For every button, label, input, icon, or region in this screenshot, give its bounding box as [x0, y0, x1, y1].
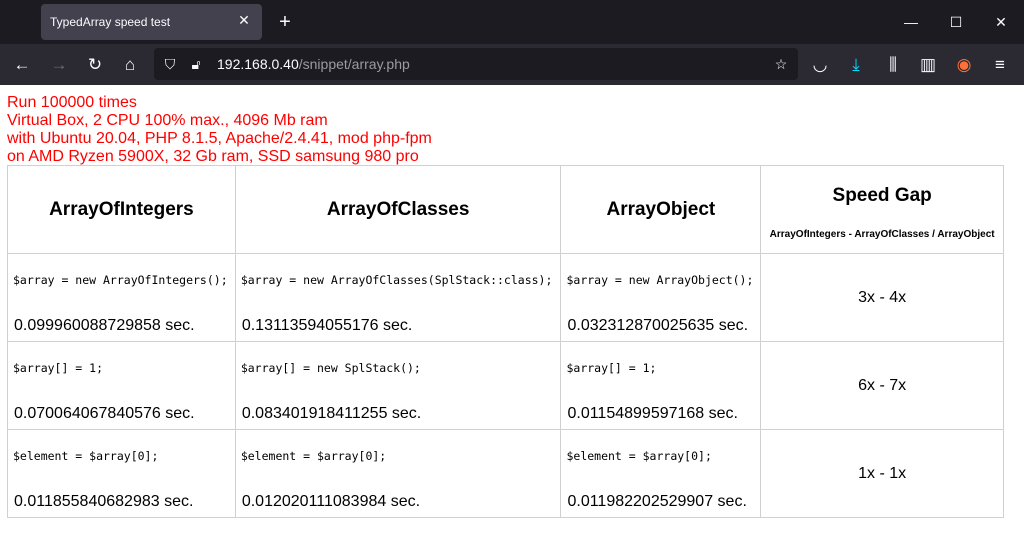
table-cell: $array[] = 1; 0.070064067840576 sec. [7, 341, 236, 430]
tab-title: TypedArray speed test [50, 15, 171, 29]
table-cell: $array = new ArrayOfIntegers(); 0.0999600… [7, 253, 236, 342]
library-icon[interactable]: ⫼ [882, 54, 904, 76]
url-text[interactable]: 192.168.0.40/snippet/array.php [217, 56, 410, 72]
table-cell: $array[] = new SplStack(); 0.083401918411… [234, 341, 562, 430]
window-close-icon[interactable]: ✕ [991, 12, 1011, 32]
header-array-of-classes: ArrayOfClasses [234, 165, 562, 254]
time-value: 0.01154899597168 sec. [567, 405, 738, 422]
time-value: 0.13113594055176 sec. [241, 317, 413, 334]
maximize-icon[interactable]: ☐ [946, 12, 966, 32]
code-snippet: $element = $array[0]; [13, 449, 159, 463]
code-snippet: $element = $array[0]; [566, 449, 712, 463]
speed-gap-value: 3x - 4x [760, 253, 1004, 342]
shield-icon[interactable]: ⛉ [161, 55, 179, 73]
speed-gap-value: 1x - 1x [760, 429, 1004, 518]
table-cell: $element = $array[0]; 0.011855840682983 s… [7, 429, 236, 518]
info-line-4: on AMD Ryzen 5900X, 32 Gb ram, SSD samsu… [7, 148, 419, 165]
table-row: $element = $array[0]; 0.011855840682983 s… [7, 429, 1004, 518]
download-icon[interactable]: ⤓ [845, 54, 867, 76]
table-cell: $array = new ArrayOfClasses(SplStack::cl… [234, 253, 562, 342]
forward-icon[interactable]: → [48, 54, 70, 76]
speed-gap-title: Speed Gap [832, 185, 932, 206]
table-row: $array[] = 1; 0.070064067840576 sec. $arr… [7, 341, 1004, 430]
new-tab-icon[interactable]: + [275, 12, 295, 32]
header-row: ArrayOfIntegers ArrayOfClasses ArrayObje… [7, 165, 1004, 254]
time-value: 0.070064067840576 sec. [14, 405, 195, 422]
menu-icon[interactable]: ≡ [989, 54, 1011, 76]
tab-active[interactable]: TypedArray speed test ✕ [41, 4, 262, 40]
time-value: 0.083401918411255 sec. [241, 405, 422, 422]
table-cell: $array[] = 1; 0.01154899597168 sec. [560, 341, 762, 430]
header-speed-gap: Speed Gap ArrayOfIntegers - ArrayOfClass… [760, 165, 1004, 254]
url-path: /snippet/array.php [298, 56, 410, 72]
time-value: 0.032312870025635 sec. [567, 317, 749, 334]
code-snippet: $array = new ArrayOfClasses(SplStack::cl… [240, 273, 553, 287]
code-snippet: $array[] = 1; [566, 361, 657, 375]
page-content: Run 100000 times Virtual Box, 2 CPU 100%… [0, 85, 1024, 539]
header-array-of-integers: ArrayOfIntegers [7, 165, 236, 254]
code-snippet: $array = new ArrayObject(); [566, 273, 754, 287]
time-value: 0.012020111083984 sec. [241, 493, 421, 510]
pocket-icon[interactable]: ◡ [809, 54, 831, 76]
table-cell: $element = $array[0]; 0.011982202529907 s… [560, 429, 762, 518]
speed-gap-value: 6x - 7x [760, 341, 1004, 430]
reload-icon[interactable]: ↻ [84, 54, 106, 76]
url-host: 192.168.0.40 [217, 56, 299, 72]
bookmark-star-icon[interactable]: ☆ [772, 55, 790, 73]
code-snippet: $array[] = 1; [13, 361, 104, 375]
table-row: $array = new ArrayOfIntegers(); 0.0999600… [7, 253, 1004, 342]
time-value: 0.099960088729858 sec. [14, 317, 195, 334]
code-snippet: $array = new ArrayOfIntegers(); [13, 273, 228, 287]
sidebar-icon[interactable]: ▥ [917, 54, 939, 76]
header-array-object: ArrayObject [560, 165, 762, 254]
info-line-3: with Ubuntu 20.04, PHP 8.1.5, Apache/2.4… [7, 130, 432, 147]
info-line-1: Run 100000 times [7, 94, 137, 111]
extension-icon[interactable]: ◉ [953, 54, 975, 76]
browser-chrome: TypedArray speed test ✕ + — ☐ ✕ ← → ↻ ⌂ … [0, 0, 1024, 85]
table-cell: $array = new ArrayObject(); 0.03231287002… [560, 253, 762, 342]
minimize-icon[interactable]: — [901, 12, 921, 32]
info-line-2: Virtual Box, 2 CPU 100% max., 4096 Mb ra… [7, 112, 328, 129]
run-info: Run 100000 times Virtual Box, 2 CPU 100%… [7, 94, 432, 166]
home-icon[interactable]: ⌂ [119, 54, 141, 76]
code-snippet: $array[] = new SplStack(); [240, 361, 421, 375]
close-tab-icon[interactable]: ✕ [236, 12, 252, 28]
back-icon[interactable]: ← [11, 54, 33, 76]
code-snippet: $element = $array[0]; [240, 449, 387, 463]
time-value: 0.011855840682983 sec. [14, 493, 194, 510]
speed-gap-subtitle: ArrayOfIntegers - ArrayOfClasses / Array… [769, 229, 995, 240]
lock-icon[interactable]: 🔓︎ [187, 55, 205, 73]
table-cell: $element = $array[0]; 0.012020111083984 s… [234, 429, 562, 518]
nav-bar: ← → ↻ ⌂ ⛉ 🔓︎ 192.168.0.40/snippet/array.… [0, 44, 1024, 85]
url-bar[interactable]: ⛉ 🔓︎ 192.168.0.40/snippet/array.php ☆ [154, 48, 798, 80]
tab-bar: TypedArray speed test ✕ + — ☐ ✕ [0, 0, 1024, 44]
results-table: ArrayOfIntegers ArrayOfClasses ArrayObje… [7, 165, 1004, 518]
time-value: 0.011982202529907 sec. [567, 493, 747, 510]
